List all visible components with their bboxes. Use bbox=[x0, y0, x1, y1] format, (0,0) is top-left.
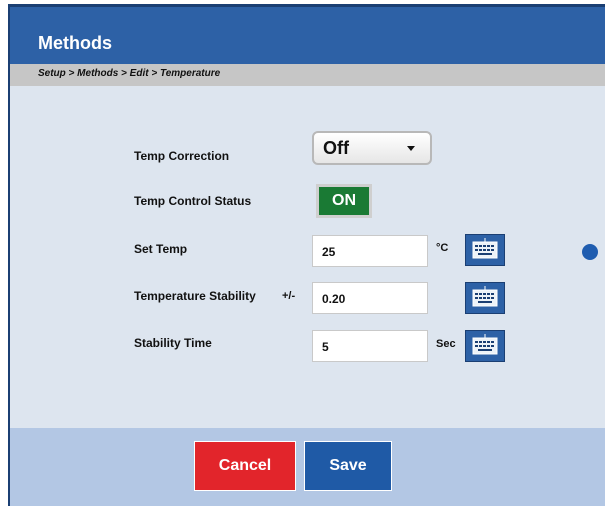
chevron-down-icon bbox=[407, 146, 415, 151]
set-temp-label: Set Temp bbox=[134, 242, 188, 256]
temperature-stability-prefix: +/- bbox=[282, 290, 296, 302]
set-temp-unit: °C bbox=[436, 242, 449, 254]
stability-time-label: Stability Time bbox=[134, 336, 212, 350]
temp-control-status-toggle[interactable]: ON bbox=[316, 184, 372, 218]
temp-correction-label: Temp Correction bbox=[134, 149, 230, 163]
temperature-stability-input[interactable]: 0.20 bbox=[312, 282, 428, 314]
page-title: Methods bbox=[38, 33, 112, 53]
keyboard-icon bbox=[472, 286, 498, 307]
temp-correction-dropdown[interactable]: Off bbox=[312, 131, 432, 165]
side-handle-dot[interactable] bbox=[582, 244, 598, 260]
title-bar: Methods bbox=[10, 4, 605, 64]
breadcrumb: Setup > Methods > Edit > Temperature bbox=[10, 64, 605, 86]
cancel-button[interactable]: Cancel bbox=[194, 441, 296, 491]
save-button[interactable]: Save bbox=[304, 441, 392, 491]
temp-control-status-label: Temp Control Status bbox=[134, 194, 252, 208]
keyboard-icon bbox=[472, 334, 498, 355]
set-temp-input[interactable]: 25 bbox=[312, 235, 428, 267]
breadcrumb-text: Setup > Methods > Edit > Temperature bbox=[38, 68, 221, 79]
stability-time-keyboard-button[interactable] bbox=[465, 330, 505, 362]
stability-time-input[interactable]: 5 bbox=[312, 330, 428, 362]
keyboard-icon bbox=[472, 238, 498, 259]
methods-window: Methods Setup > Methods > Edit > Tempera… bbox=[8, 4, 605, 506]
temperature-stability-label: Temperature Stability bbox=[134, 289, 256, 303]
stability-time-unit: Sec bbox=[436, 338, 456, 350]
set-temp-keyboard-button[interactable] bbox=[465, 234, 505, 266]
temperature-stability-keyboard-button[interactable] bbox=[465, 282, 505, 314]
temp-correction-value: Off bbox=[323, 138, 349, 158]
